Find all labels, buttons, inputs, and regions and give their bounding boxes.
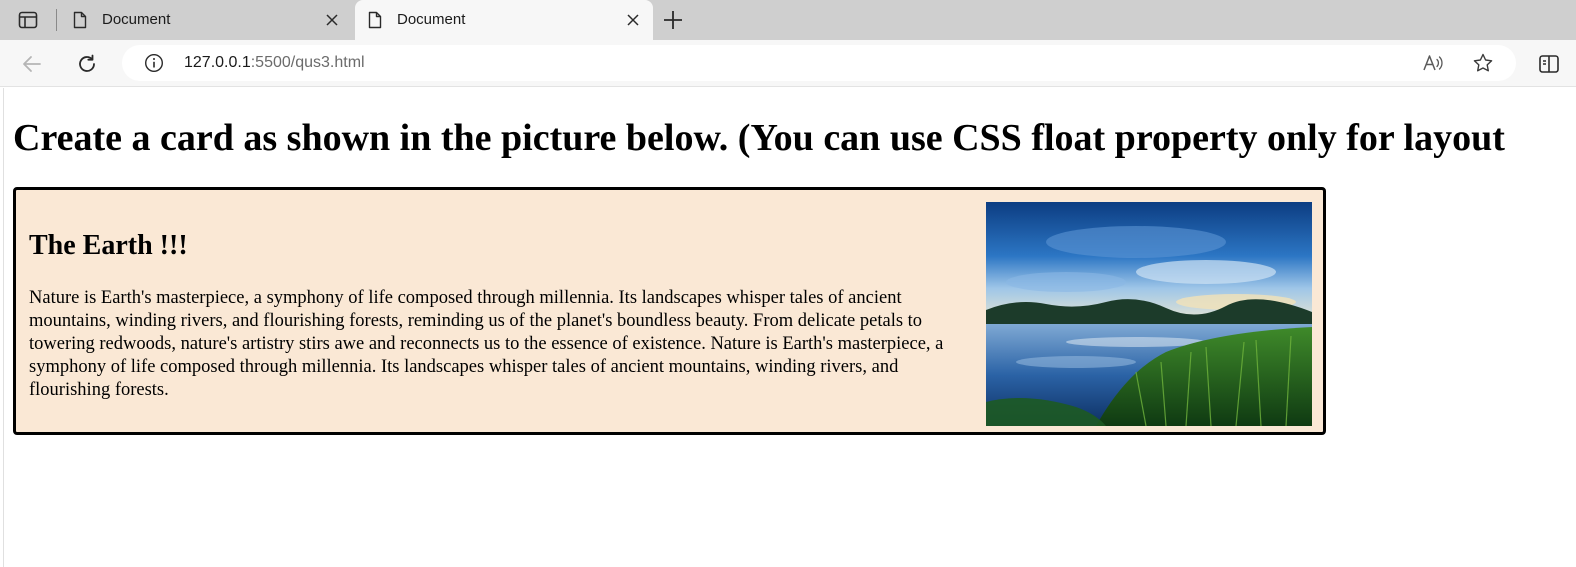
read-aloud-icon[interactable] [1422, 53, 1444, 73]
card-paragraph: Nature is Earth's masterpiece, a symphon… [29, 288, 944, 400]
close-icon[interactable] [324, 12, 340, 28]
tab-actions-icon[interactable] [14, 8, 42, 32]
url-text[interactable]: 127.0.0.1:5500/qus3.html [184, 54, 365, 72]
earth-card: The Earth !!! Nature is Earth's masterpi… [13, 187, 1326, 435]
document-icon [367, 11, 383, 29]
tab-document-1[interactable]: Document [60, 0, 352, 40]
new-tab-plus-icon[interactable] [662, 9, 684, 31]
tab-separator [56, 9, 57, 31]
url-path: :5500/qus3.html [250, 54, 365, 71]
address-bar[interactable]: 127.0.0.1:5500/qus3.html [122, 45, 1516, 81]
browser-toolbar: 127.0.0.1:5500/qus3.html [0, 40, 1576, 87]
lake-landscape-image [986, 202, 1312, 426]
page-viewport: Create a card as shown in the picture be… [3, 88, 1576, 567]
star-icon[interactable] [1472, 52, 1494, 74]
url-host: 127.0.0.1 [184, 54, 251, 71]
tab-title: Document [397, 11, 466, 28]
info-icon[interactable] [144, 53, 164, 73]
card-title: The Earth !!! [29, 230, 188, 261]
page-heading: Create a card as shown in the picture be… [13, 117, 1505, 159]
split-screen-icon[interactable] [1537, 52, 1561, 76]
close-icon[interactable] [625, 12, 641, 28]
refresh-icon[interactable] [75, 52, 99, 76]
tab-bar: Document Document [0, 0, 1576, 40]
tab-document-2[interactable]: Document [355, 0, 653, 40]
document-icon [72, 11, 88, 29]
back-arrow-icon[interactable] [20, 52, 44, 76]
tab-title: Document [102, 11, 171, 28]
